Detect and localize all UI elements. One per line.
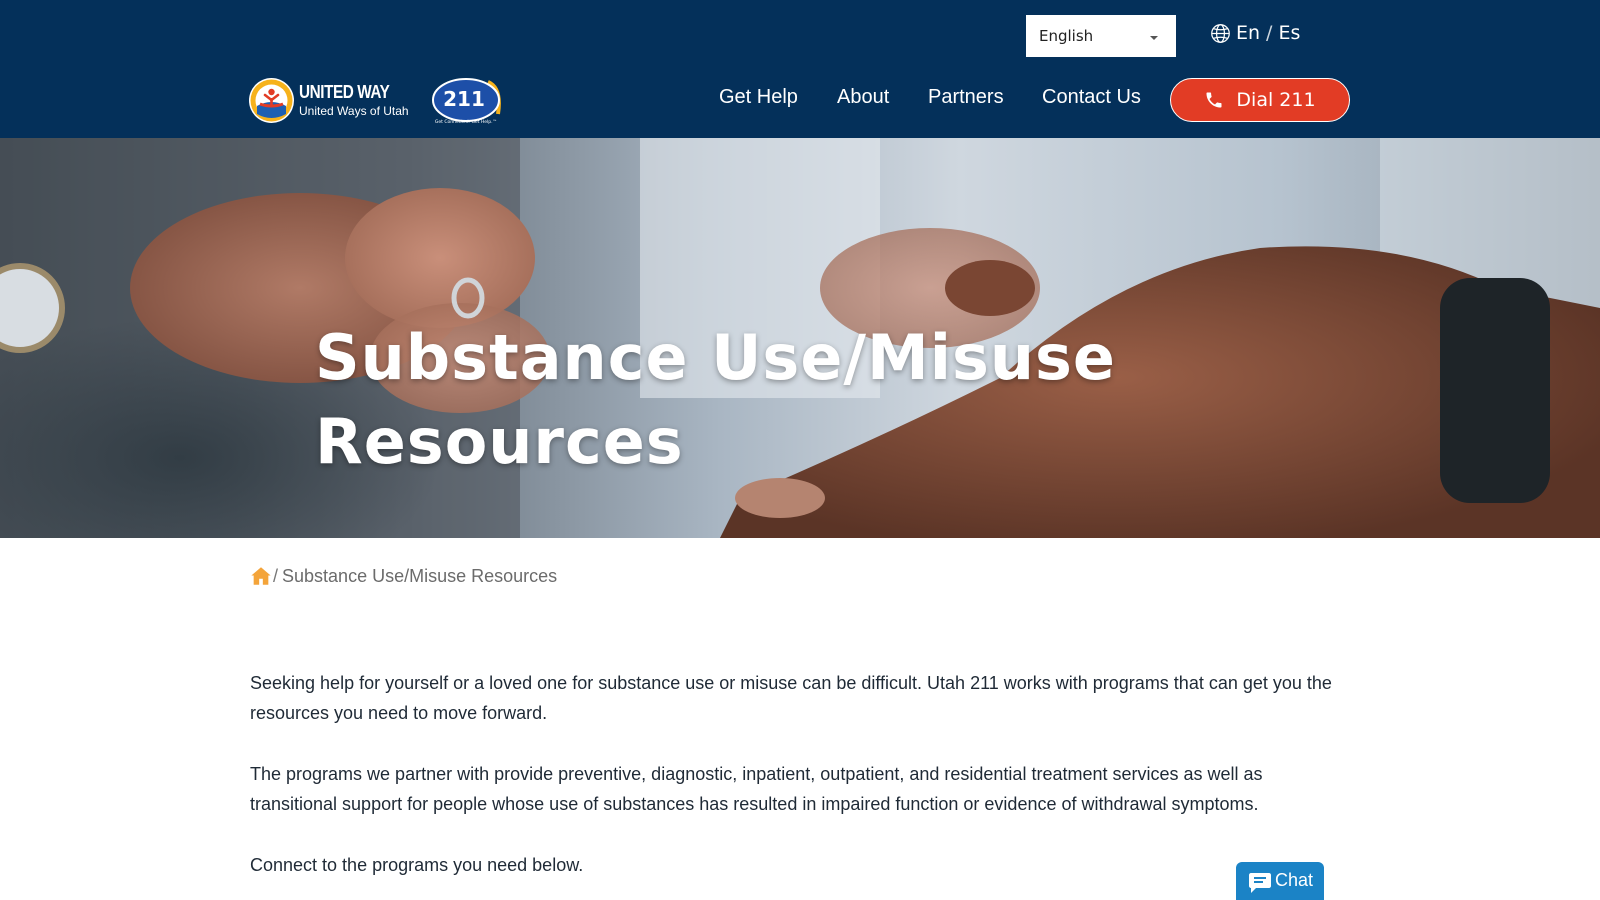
chat-button[interactable]: Chat [1236, 862, 1324, 900]
page-title-line-2: Resources [315, 405, 684, 478]
phone-icon [1206, 92, 1222, 108]
united-way-logo[interactable]: UNITED WAY United Ways of Utah [249, 76, 409, 124]
language-select[interactable]: English [1026, 15, 1176, 57]
united-way-title: UNITED WAY [299, 81, 390, 102]
lang-es-link[interactable]: Es [1278, 22, 1300, 44]
dial-211-label: Dial 211 [1236, 89, 1316, 111]
page-title: Substance Use/Misuse Resources [315, 316, 1215, 484]
logo-211-icon[interactable]: 211 Get Connected. Get Help.™ [432, 76, 504, 126]
breadcrumb-current: Substance Use/Misuse Resources [282, 565, 558, 586]
chat-bubble-icon [1249, 873, 1271, 893]
breadcrumb: / Substance Use/Misuse Resources [250, 564, 557, 588]
nav-contact-us[interactable]: Contact Us [1042, 86, 1141, 109]
globe-icon [1211, 23, 1230, 43]
caret-down-icon [1150, 36, 1158, 40]
united-way-subtitle: United Ways of Utah [299, 103, 409, 118]
site-header: English En / Es UNITED WAY United Ways o… [0, 0, 1600, 138]
main-content: Seeking help for yourself or a loved one… [250, 668, 1350, 900]
dial-211-button[interactable]: Dial 211 [1170, 78, 1350, 122]
connect-paragraph: Connect to the programs you need below. [250, 855, 584, 875]
united-way-emblem-icon [249, 77, 294, 123]
page-title-line-1: Substance Use/Misuse [315, 321, 1116, 394]
programs-paragraph: The programs we partner with provide pre… [250, 764, 1263, 814]
language-select-value: English [1039, 27, 1094, 45]
home-icon[interactable] [250, 565, 272, 587]
breadcrumb-separator: / [273, 565, 279, 586]
logo-211-number: 211 [443, 87, 485, 111]
hero-banner: Substance Use/Misuse Resources [0, 138, 1600, 538]
language-toggle: En / Es [1210, 18, 1300, 48]
lang-en-link[interactable]: En [1236, 22, 1260, 44]
nav-get-help[interactable]: Get Help [719, 86, 798, 109]
lang-separator: / [1266, 22, 1273, 44]
nav-about[interactable]: About [837, 86, 889, 109]
chat-label: Chat [1275, 870, 1314, 890]
intro-paragraph: Seeking help for yourself or a loved one… [250, 673, 1332, 723]
logo-211-tagline: Get Connected. Get Help.™ [435, 119, 497, 125]
nav-partners[interactable]: Partners [928, 86, 1004, 109]
